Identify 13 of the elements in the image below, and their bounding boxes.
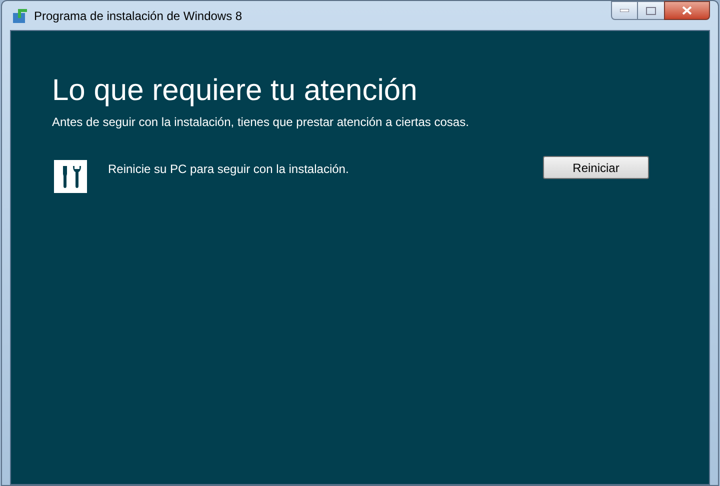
tools-icon [54,160,87,193]
item-message: Reinicie su PC para seguir con la instalación. [108,161,349,178]
minimize-icon [620,9,629,12]
page-heading: Lo que requiere tu atención [52,73,418,109]
close-button[interactable] [664,1,710,20]
minimize-button[interactable] [611,1,638,20]
restart-button[interactable]: Reiniciar [543,156,649,179]
close-icon [682,6,692,15]
window-title: Programa de instalación de Windows 8 [34,8,242,24]
setup-icon [12,8,28,24]
maximize-icon [646,6,656,14]
maximize-button[interactable] [638,1,664,20]
page-subtitle: Antes de seguir con la instalación, tienes que prestar atención a ciertas cosas. [52,114,470,131]
